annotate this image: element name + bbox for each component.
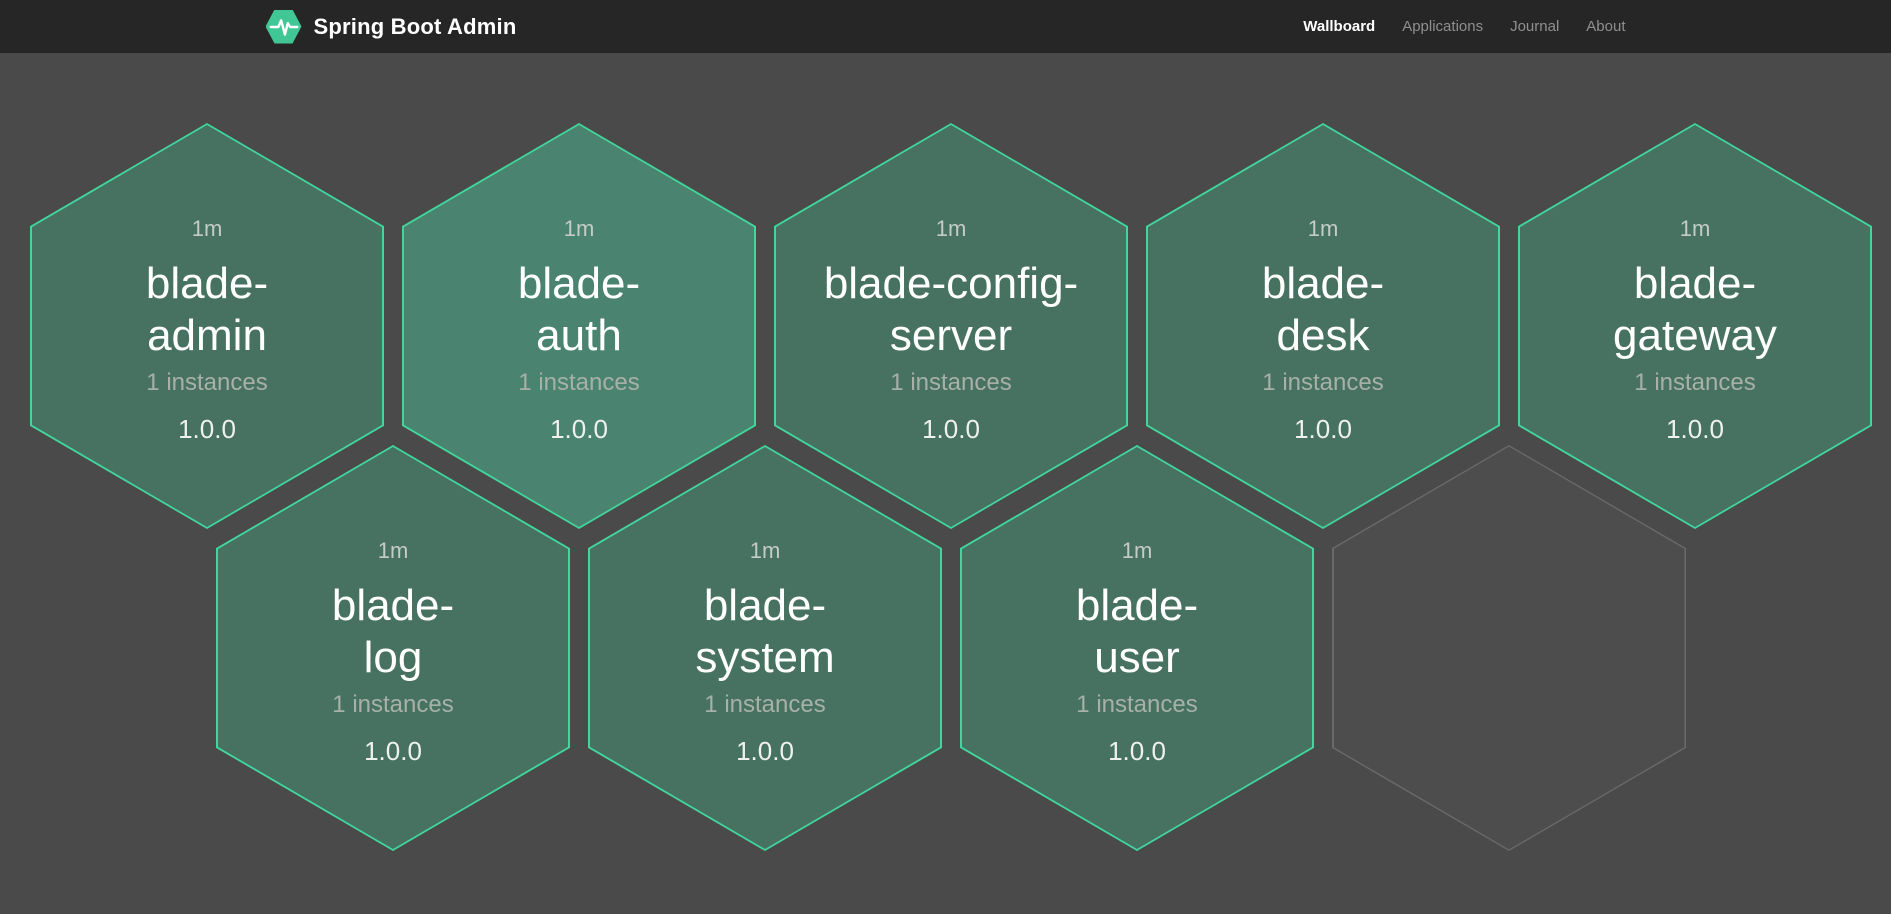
app-uptime: 1m: [750, 538, 781, 564]
app-version: 1.0.0: [550, 414, 608, 445]
app-uptime: 1m: [1680, 216, 1711, 242]
app-version: 1.0.0: [1666, 414, 1724, 445]
app-name: blade- system: [695, 580, 834, 684]
app-hexagon-blade-gateway[interactable]: 1m blade- gateway 1 instances 1.0.0: [1518, 123, 1872, 529]
app-uptime: 1m: [936, 216, 967, 242]
app-name: blade- admin: [146, 258, 268, 362]
brand-title: Spring Boot Admin: [314, 14, 517, 40]
app-instance-count: 1 instances: [1634, 369, 1755, 397]
app-hexagon-blade-config-server[interactable]: 1m blade-config- server 1 instances 1.0.…: [774, 123, 1128, 529]
app-instance-count: 1 instances: [332, 691, 453, 719]
app-name: blade- log: [332, 580, 454, 684]
wallboard: 1m blade- admin 1 instances 1.0.0 1m bla…: [0, 53, 1891, 914]
header-container: Spring Boot Admin Wallboard Applications J…: [266, 0, 1626, 53]
app-hexagon-blade-desk[interactable]: 1m blade- desk 1 instances 1.0.0: [1146, 123, 1500, 529]
main-nav: Wallboard Applications Journal About: [1303, 18, 1625, 35]
app-hexagon-blade-auth[interactable]: 1m blade- auth 1 instances 1.0.0: [402, 123, 756, 529]
app-instance-count: 1 instances: [890, 369, 1011, 397]
app-uptime: 1m: [192, 216, 223, 242]
app-instance-count: 1 instances: [518, 369, 639, 397]
app-hexagon-blade-system[interactable]: 1m blade- system 1 instances 1.0.0: [588, 445, 942, 851]
app-version: 1.0.0: [178, 414, 236, 445]
empty-hexagon-slot: [1332, 445, 1686, 851]
nav-item-wallboard[interactable]: Wallboard: [1303, 18, 1375, 35]
app-uptime: 1m: [564, 216, 595, 242]
hexagon-content: 1m blade- auth 1 instances 1.0.0: [402, 123, 756, 529]
hexagon-content: 1m blade- log 1 instances 1.0.0: [216, 445, 570, 851]
app-uptime: 1m: [378, 538, 409, 564]
app-version: 1.0.0: [736, 736, 794, 767]
pulse-hexagon-icon: [266, 10, 302, 44]
app-uptime: 1m: [1308, 216, 1339, 242]
app-instance-count: 1 instances: [1076, 691, 1197, 719]
empty-hexagon-background: [1334, 447, 1685, 850]
app-instance-count: 1 instances: [704, 691, 825, 719]
app-name: blade- gateway: [1613, 258, 1777, 362]
app-version: 1.0.0: [1108, 736, 1166, 767]
hexagon-content: 1m blade- gateway 1 instances 1.0.0: [1518, 123, 1872, 529]
hexagon-content: 1m blade- user 1 instances 1.0.0: [960, 445, 1314, 851]
hexagon-content: 1m blade- system 1 instances 1.0.0: [588, 445, 942, 851]
app-header: Spring Boot Admin Wallboard Applications J…: [0, 0, 1891, 53]
app-instance-count: 1 instances: [1262, 369, 1383, 397]
app-name: blade- user: [1076, 580, 1198, 684]
app-uptime: 1m: [1122, 538, 1153, 564]
app-version: 1.0.0: [922, 414, 980, 445]
hexagon-content: 1m blade-config- server 1 instances 1.0.…: [774, 123, 1128, 529]
app-version: 1.0.0: [1294, 414, 1352, 445]
brand-link[interactable]: Spring Boot Admin: [266, 10, 517, 44]
app-hexagon-blade-user[interactable]: 1m blade- user 1 instances 1.0.0: [960, 445, 1314, 851]
app-instance-count: 1 instances: [146, 369, 267, 397]
nav-item-journal[interactable]: Journal: [1510, 18, 1559, 35]
nav-item-applications[interactable]: Applications: [1402, 18, 1483, 35]
hexagon-content: 1m blade- desk 1 instances 1.0.0: [1146, 123, 1500, 529]
app-version: 1.0.0: [364, 736, 422, 767]
hexagon-content: 1m blade- admin 1 instances 1.0.0: [30, 123, 384, 529]
app-name: blade-config- server: [824, 258, 1078, 362]
app-name: blade- auth: [518, 258, 640, 362]
app-hexagon-blade-admin[interactable]: 1m blade- admin 1 instances 1.0.0: [30, 123, 384, 529]
app-hexagon-blade-log[interactable]: 1m blade- log 1 instances 1.0.0: [216, 445, 570, 851]
app-name: blade- desk: [1262, 258, 1384, 362]
nav-item-about[interactable]: About: [1586, 18, 1625, 35]
